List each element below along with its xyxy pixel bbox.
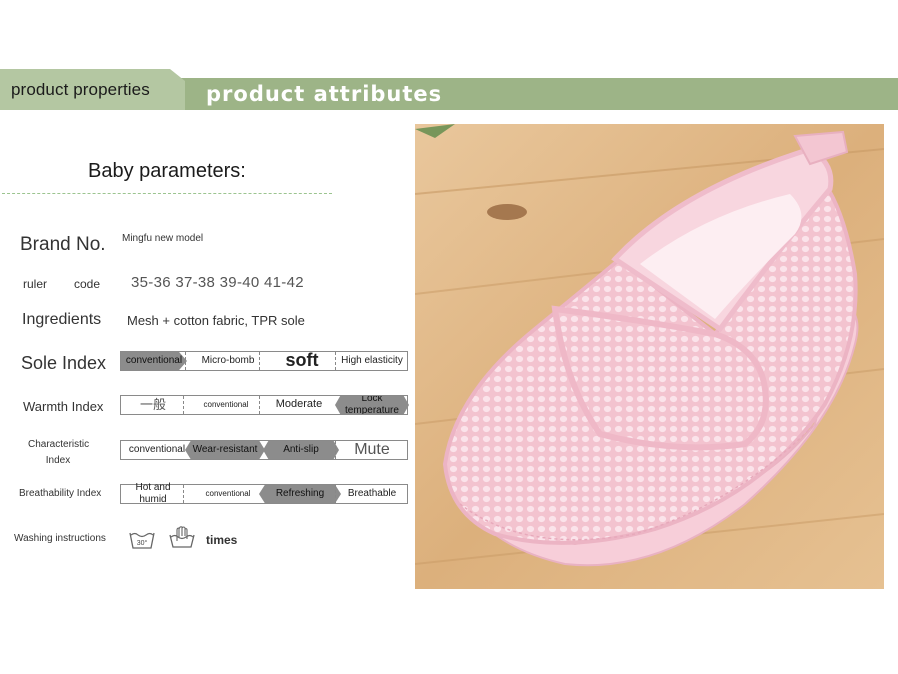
warmth-index-label: Warmth Index: [23, 399, 104, 414]
scale-divider: [259, 352, 260, 370]
brand-label: Brand No.: [20, 234, 106, 255]
breathability-index-scale: Hot and humid conventional Refreshing Br…: [120, 482, 408, 505]
warmth-option-moderate: Moderate: [275, 398, 323, 411]
wash-temp-text: 30°: [137, 539, 148, 547]
sole-index-label: Sole Index: [21, 353, 107, 373]
ingredients-label: Ingredients: [22, 311, 102, 328]
warmth-option-lock-temperature: Lock temperature: [335, 396, 409, 414]
breathability-option-refreshing: Refreshing: [259, 485, 341, 503]
warmth-option-conventional: conventional: [203, 400, 249, 410]
characteristic-option-mute: Mute: [354, 441, 390, 459]
ingredients-value: Mesh + cotton fabric, TPR sole: [127, 313, 305, 328]
characteristic-option-anti-slip: Anti-slip: [263, 441, 339, 459]
breathability-option-hot-humid: Hot and humid: [135, 482, 171, 505]
characteristic-option-wear-resistant: Wear-resistant: [185, 441, 265, 459]
times-label: times: [206, 533, 238, 547]
size-range: 35-36 37-38 39-40 41-42: [131, 274, 304, 291]
section-divider: [2, 193, 332, 194]
characteristic-index-label: Characteristic Index: [28, 439, 90, 466]
sole-index-scale: conventional Micro-bomb soft High elasti…: [120, 350, 408, 371]
brand-value: Mingfu new model: [122, 233, 204, 244]
ruler-label: ruler: [23, 277, 48, 291]
characteristic-option-conventional: conventional: [128, 444, 186, 455]
product-photo: [415, 124, 884, 589]
hand-wash-icon: [169, 526, 195, 548]
sole-option-high-elasticity: High elasticity: [341, 355, 403, 366]
code-label: code: [74, 277, 101, 291]
header-right-label: product attributes: [206, 82, 443, 106]
wash-30-icon: 30°: [129, 532, 155, 549]
warmth-index-scale: 一般 conventional Moderate Lock temperatur…: [120, 395, 409, 415]
section-title: Baby parameters:: [88, 160, 246, 182]
characteristic-index-scale: conventional Wear-resistant Anti-slip Mu…: [120, 440, 408, 460]
sole-option-conventional: conventional: [121, 352, 187, 370]
header-left-label: product properties: [11, 80, 150, 99]
breathability-index-label: Breathability Index: [19, 488, 102, 499]
breathability-option-breathable: Breathable: [347, 488, 397, 499]
sole-option-soft: soft: [285, 350, 319, 371]
washing-label: Washing instructions: [14, 533, 106, 544]
warmth-option-normal: 一般: [139, 397, 166, 413]
